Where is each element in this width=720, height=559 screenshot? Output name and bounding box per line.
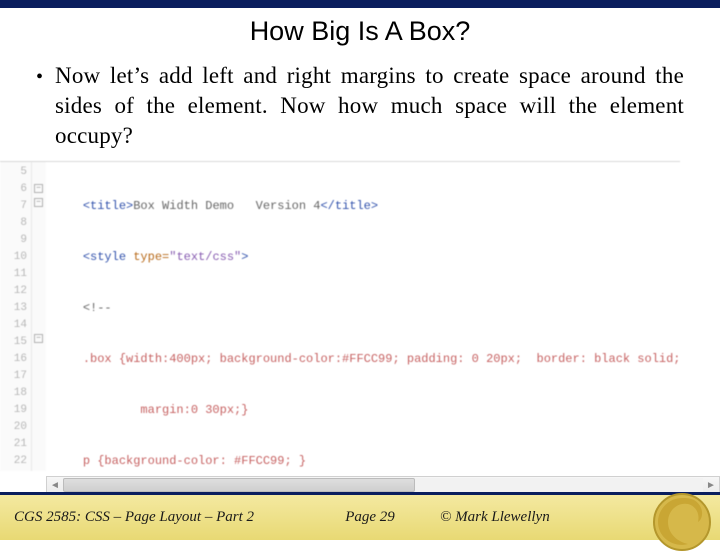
fold-marker[interactable]: − (34, 334, 43, 343)
fold-column: − − − (32, 162, 46, 471)
line-number: 22 (0, 453, 27, 470)
bullet-dot: • (36, 61, 43, 151)
code-token: > (241, 250, 248, 264)
scroll-thumb[interactable] (63, 478, 415, 492)
footer-page: Page 29 (300, 509, 440, 526)
line-number: 21 (0, 436, 27, 453)
bullet-text: Now let’s add left and right margins to … (55, 61, 684, 151)
line-number: 16 (0, 351, 27, 368)
top-accent-bar (0, 0, 720, 8)
slide-title: How Big Is A Box? (0, 8, 720, 61)
scroll-right-arrow[interactable]: ► (703, 480, 719, 491)
line-number: 14 (0, 317, 27, 334)
line-number: 20 (0, 419, 27, 436)
code-token: "text/css" (169, 250, 241, 264)
fold-marker[interactable]: − (34, 198, 43, 207)
footer-bar: CGS 2585: CSS – Page Layout – Part 2 Pag… (0, 492, 720, 540)
line-number: 11 (0, 266, 27, 283)
line-number: 8 (0, 215, 27, 232)
footer-course: CGS 2585: CSS – Page Layout – Part 2 (0, 509, 300, 526)
code-token: margin:0 30px;} (140, 403, 248, 417)
scroll-track[interactable] (63, 478, 703, 492)
line-number: 7 (0, 198, 27, 215)
bullet-block: • Now let’s add left and right margins t… (0, 61, 720, 151)
line-gutter: 5678910111213141516171819202122 (0, 162, 32, 471)
fold-marker[interactable]: − (34, 184, 43, 193)
code-token: p {background-color: #FFCC99; } (83, 454, 306, 468)
ucf-logo (650, 490, 714, 542)
code-token: <style (83, 250, 133, 264)
code-token: .box {width:400px; background-color:#FFC… (83, 352, 680, 366)
line-number: 15 (0, 334, 27, 351)
footer-copyright: © Mark Llewellyn (440, 509, 620, 526)
code-area: <title>Box Width Demo Version 4</title> … (46, 162, 680, 471)
line-number: 18 (0, 385, 27, 402)
code-token: type= (133, 250, 169, 264)
line-number: 12 (0, 283, 27, 300)
code-token: <!-- (83, 301, 112, 315)
line-number: 13 (0, 300, 27, 317)
line-number: 10 (0, 249, 27, 266)
line-number: 19 (0, 402, 27, 419)
code-editor: 5678910111213141516171819202122 − − − <t… (0, 161, 680, 471)
line-number: 5 (0, 164, 27, 181)
line-number: 6 (0, 181, 27, 198)
code-token: </title> (320, 199, 378, 213)
line-number: 9 (0, 232, 27, 249)
code-token: Box Width Demo Version 4 (133, 199, 320, 213)
line-number: 17 (0, 368, 27, 385)
scroll-left-arrow[interactable]: ◄ (47, 480, 63, 491)
code-token: <title> (83, 199, 133, 213)
